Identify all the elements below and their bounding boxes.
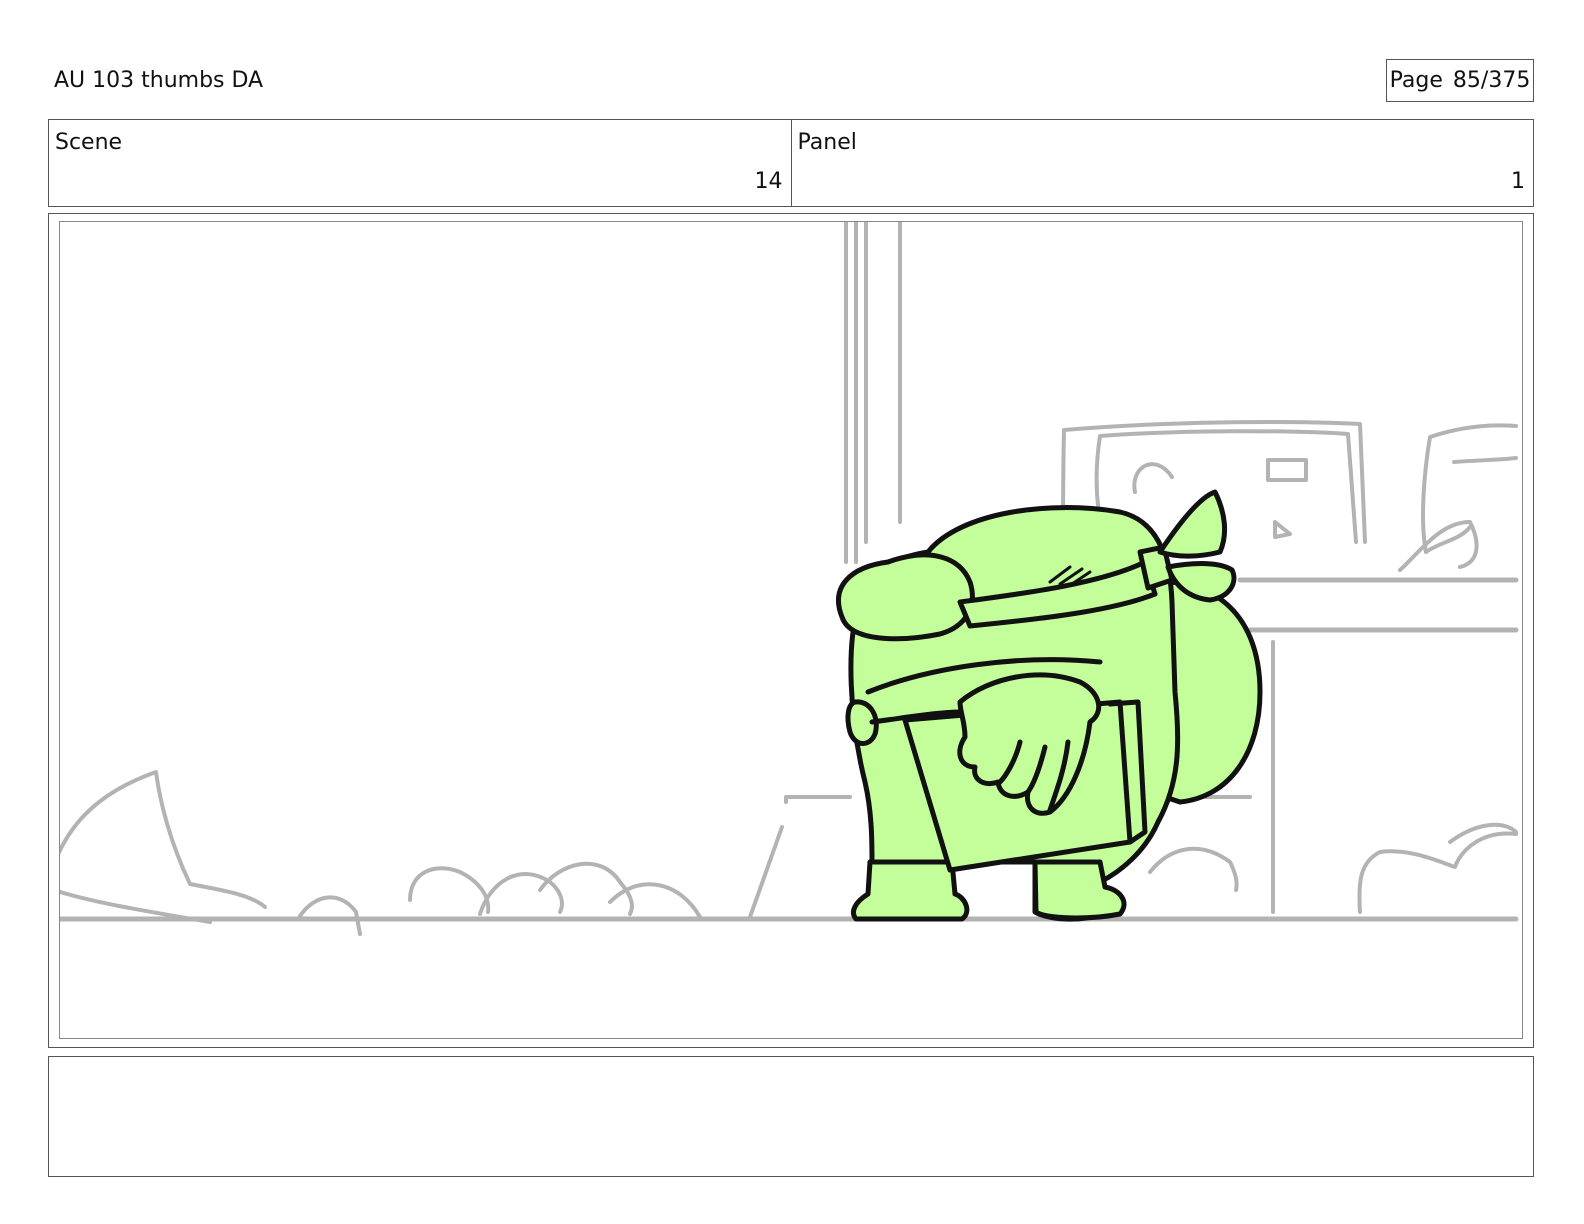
storyboard-panel-frame bbox=[48, 213, 1534, 1048]
panel-cell: Panel 1 bbox=[790, 120, 1534, 206]
notes-box bbox=[48, 1056, 1534, 1177]
storyboard-drawing-area bbox=[59, 221, 1523, 1039]
scene-number: 14 bbox=[754, 169, 783, 194]
character-bow-loop-upper bbox=[1157, 489, 1227, 559]
page-number: 85/375 bbox=[1452, 68, 1531, 93]
scene-panel-row: Scene 14 Panel 1 bbox=[48, 119, 1534, 207]
panel-label: Panel bbox=[797, 130, 857, 155]
storyboard-drawing bbox=[60, 222, 1519, 936]
panel-number: 1 bbox=[1511, 169, 1525, 194]
page-label: Page bbox=[1389, 68, 1443, 93]
scene-cell: Scene 14 bbox=[49, 120, 791, 206]
document-title: AU 103 thumbs DA bbox=[54, 68, 264, 93]
scene-label: Scene bbox=[55, 130, 123, 155]
character bbox=[836, 489, 1263, 922]
background-sketch bbox=[60, 222, 1519, 936]
character-visor bbox=[836, 552, 975, 642]
page-indicator: Page 85/375 bbox=[1386, 59, 1534, 102]
